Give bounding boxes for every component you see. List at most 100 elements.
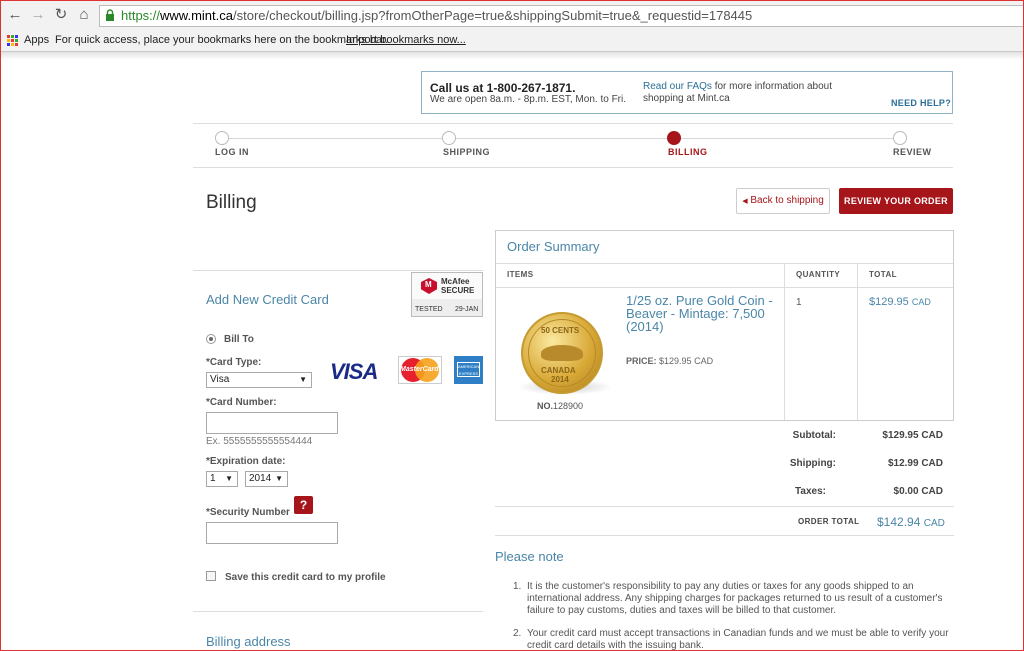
note-number: 2. (513, 628, 522, 639)
mastercard-text: MasterCard (400, 366, 439, 373)
coin-country: CANADA (541, 366, 576, 375)
subtotal-value: $129.95 CAD (882, 430, 943, 441)
subtotal-label: Subtotal: (792, 430, 836, 441)
url-scheme: https:// (121, 8, 161, 23)
bill-to-radio[interactable] (206, 334, 216, 344)
card-number-input[interactable] (206, 412, 338, 434)
note-text: It is the customer's responsibility to p… (527, 581, 943, 616)
visa-logo: VISA (330, 359, 378, 384)
progress-bottom-border (193, 167, 953, 168)
bill-to-label: Bill To (224, 334, 254, 345)
step-dot-review (893, 131, 907, 145)
step-dot-login (215, 131, 229, 145)
card-type-value: Visa (210, 374, 230, 385)
column-header-quantity: QUANTITY (796, 270, 841, 279)
note-text: Your credit card must accept transaction… (527, 628, 949, 651)
progress-top-border (193, 123, 953, 124)
import-bookmarks-link[interactable]: Import bookmarks now... (346, 34, 466, 46)
back-arrow-icon[interactable]: ← (7, 7, 23, 23)
mcafee-m-icon: M (425, 280, 432, 289)
bookmarks-hint: For quick access, place your bookmarks h… (55, 34, 389, 46)
column-header-items: ITEMS (507, 270, 534, 279)
chevron-left-icon: ◀ (742, 198, 748, 205)
add-credit-card-title: Add New Credit Card (206, 292, 329, 307)
note-item-2: 2. Your credit card must accept transacti… (513, 628, 953, 651)
note-item-1: 1. It is the customer's responsibility to… (513, 581, 953, 617)
step-dot-shipping (442, 131, 456, 145)
url-host: www.mint.ca (160, 8, 233, 23)
save-card-label: Save this credit card to my profile (225, 572, 386, 583)
faq-link[interactable]: Read our FAQs (643, 81, 712, 92)
dropdown-arrow-icon: ▼ (275, 474, 283, 483)
order-total-label: ORDER TOTAL (798, 517, 860, 526)
order-total: $142.94 CAD (877, 515, 945, 529)
item-name-link[interactable]: 1/25 oz. Pure Gold Coin - Beaver - Minta… (626, 294, 776, 333)
security-number-input[interactable] (206, 522, 338, 544)
summary-divider-2 (495, 535, 954, 536)
step-dot-billing (667, 131, 681, 145)
column-header-total: TOTAL (869, 270, 897, 279)
column-divider (857, 263, 858, 420)
table-header-top (496, 263, 953, 264)
dropdown-arrow-icon: ▼ (299, 375, 307, 384)
card-number-hint: Ex. 5555555555554444 (206, 436, 313, 447)
step-label-billing: BILLING (668, 147, 708, 157)
order-summary-title: Order Summary (507, 239, 600, 254)
back-to-shipping-label: Back to shipping (750, 195, 824, 206)
exp-year-value: 2014 (249, 473, 272, 484)
note-number: 1. (513, 581, 522, 592)
card-type-select[interactable]: Visa ▼ (206, 372, 312, 388)
form-divider-2 (193, 611, 483, 612)
url-text[interactable]: https://www.mint.ca/store/checkout/billi… (121, 8, 752, 23)
taxes-label: Taxes: (795, 486, 826, 497)
coin-denomination: 50 CENTS (541, 326, 580, 335)
mcafee-name: McAfee SECURE (441, 277, 475, 295)
chrome-shadow (1, 52, 1023, 60)
item-total-currency: CAD (911, 297, 931, 307)
forward-arrow-icon[interactable]: → (30, 7, 46, 23)
coin-year: 2014 (551, 375, 569, 384)
price-value: $129.95 CAD (659, 356, 714, 366)
taxes-value: $0.00 CAD (893, 486, 943, 497)
card-number-label: *Card Number: (206, 397, 277, 408)
reload-icon[interactable]: ↻ (53, 7, 69, 23)
amex-text: AMERICAN EXPRESS (457, 362, 480, 377)
mcafee-tested: TESTED (415, 306, 443, 313)
page-title: Billing (206, 192, 257, 213)
dropdown-arrow-icon: ▼ (225, 474, 233, 483)
need-help-link[interactable]: NEED HELP? (891, 98, 951, 108)
lock-icon (106, 9, 114, 21)
exp-year-select[interactable]: 2014 ▼ (245, 471, 288, 487)
url-path: /store/checkout/billing.jsp?fromOtherPag… (233, 8, 753, 23)
mcafee-date: 29-JAN (455, 306, 479, 313)
item-number: NO.128900 (537, 401, 583, 411)
step-label-review: REVIEW (893, 147, 932, 157)
call-hours: We are open 8a.m. - 8p.m. EST, Mon. to F… (430, 94, 627, 105)
apps-label[interactable]: Apps (24, 34, 49, 46)
item-number-value: 128900 (553, 401, 584, 411)
security-help-icon[interactable]: ? (294, 496, 313, 514)
shipping-value: $12.99 CAD (887, 458, 943, 469)
apps-icon[interactable] (7, 35, 19, 47)
order-total-value: $142.94 (877, 515, 921, 529)
please-note-title: Please note (495, 549, 564, 564)
form-divider (193, 270, 483, 271)
shipping-label: Shipping: (789, 458, 836, 469)
back-to-shipping-button[interactable]: ◀ Back to shipping (736, 188, 830, 214)
price-label: PRICE: (626, 356, 657, 366)
card-type-label: *Card Type: (206, 357, 262, 368)
order-total-currency: CAD (923, 518, 945, 529)
step-label-shipping[interactable]: SHIPPING (443, 147, 490, 157)
billing-address-title: Billing address (206, 634, 291, 649)
step-label-login[interactable]: LOG IN (215, 147, 249, 157)
save-card-checkbox[interactable] (206, 571, 216, 581)
item-total: $129.95 CAD (869, 296, 931, 308)
item-quantity: 1 (796, 297, 802, 308)
faq-text: Read our FAQs for more information about… (643, 81, 843, 105)
exp-month-select[interactable]: 1 ▼ (206, 471, 238, 487)
home-icon[interactable]: ⌂ (76, 7, 92, 23)
item-total-value: $129.95 (869, 296, 909, 308)
review-order-button[interactable]: REVIEW YOUR ORDER (839, 188, 953, 214)
item-price: PRICE: $129.95 CAD (626, 356, 713, 366)
column-divider (784, 263, 785, 420)
